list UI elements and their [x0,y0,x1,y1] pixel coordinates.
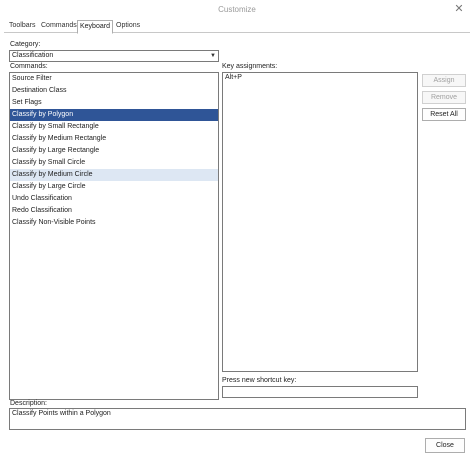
key-assignments-list[interactable]: Alt+P [222,72,418,372]
list-item[interactable]: Source Filter [10,73,218,85]
list-item[interactable]: Classify by Large Rectangle [10,145,218,157]
category-dropdown[interactable]: Classification ▼ [9,50,219,62]
key-assignment-item[interactable]: Alt+P [223,73,417,83]
list-item[interactable]: Set Flags [10,97,218,109]
list-item-selected[interactable]: Classify by Polygon [10,109,218,121]
assign-button[interactable]: Assign [422,74,466,87]
close-button[interactable]: Close [425,438,465,453]
remove-button[interactable]: Remove [422,91,466,104]
commands-label: Commands: [10,63,48,70]
tab-options[interactable]: Options [114,21,142,31]
description-label: Description: [10,400,47,407]
tab-keyboard[interactable]: Keyboard [77,20,113,34]
shortcut-input[interactable] [222,386,418,398]
list-item[interactable]: Classify Non-Visible Points [10,217,218,229]
title-bar: Customize ✕ [0,0,474,19]
chevron-down-icon[interactable]: ▼ [210,52,216,60]
list-item[interactable]: Destination Class [10,85,218,97]
list-item[interactable]: Classify by Small Circle [10,157,218,169]
tab-strip: Toolbars Commands Keyboard Options [4,20,470,34]
description-text: Classify Points within a Polygon [12,410,111,417]
category-label: Category: [10,41,41,48]
key-assignments-label: Key assignments: [222,63,278,70]
reset-all-button[interactable]: Reset All [422,108,466,121]
close-window-icon[interactable]: ✕ [452,0,466,19]
commands-list[interactable]: Source Filter Destination Class Set Flag… [9,72,219,400]
shortcut-label: Press new shortcut key: [222,377,297,384]
category-value: Classification [12,52,54,59]
list-item[interactable]: Classify by Medium Rectangle [10,133,218,145]
list-item-hovered[interactable]: Classify by Medium Circle [10,169,218,181]
description-box: Classify Points within a Polygon [9,408,466,430]
list-item[interactable]: Undo Classification [10,193,218,205]
window-title: Customize [218,5,256,14]
tab-commands[interactable]: Commands [39,21,79,31]
list-item[interactable]: Redo Classification [10,205,218,217]
list-item[interactable]: Classify by Small Rectangle [10,121,218,133]
list-item[interactable]: Classify by Large Circle [10,181,218,193]
tab-toolbars[interactable]: Toolbars [7,21,37,31]
